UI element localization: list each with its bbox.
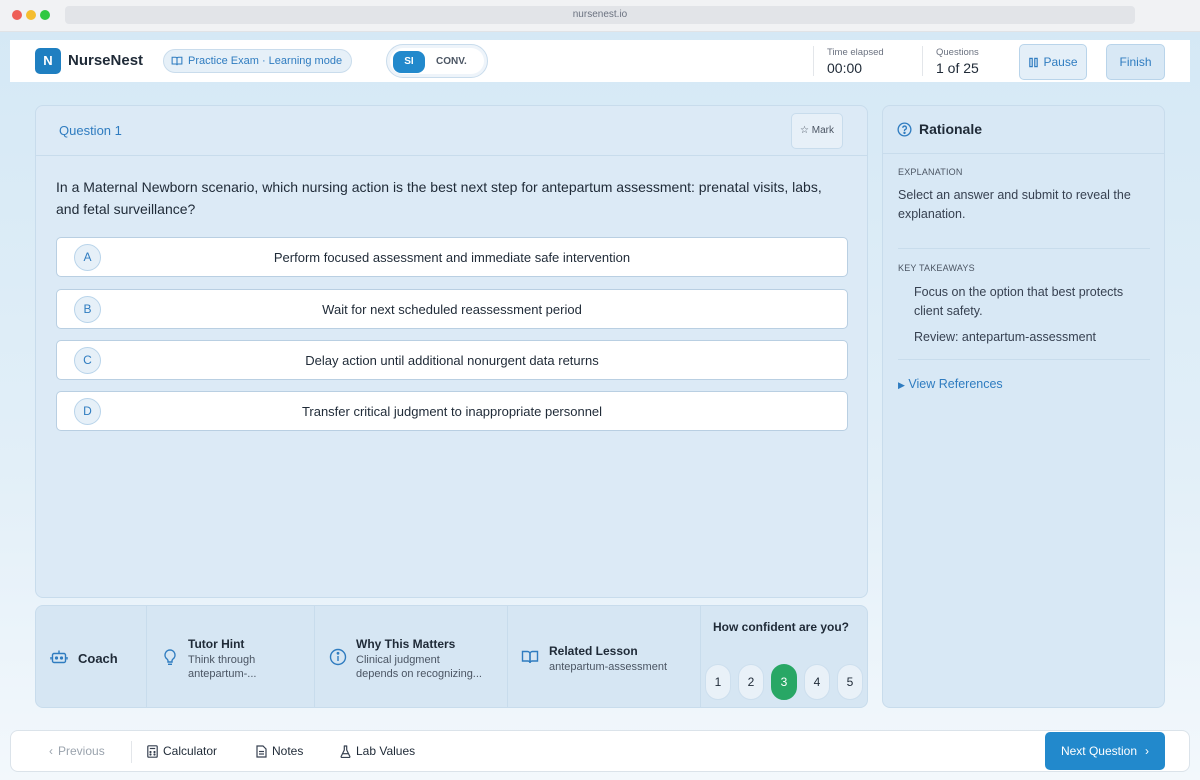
option-letter: D: [74, 398, 101, 425]
rationale-divider: [898, 359, 1150, 360]
answer-option-a[interactable]: A Perform focused assessment and immedia…: [56, 237, 848, 277]
takeaway-item: Review: antepartum-assessment: [914, 330, 1097, 344]
minimize-window-dot[interactable]: [26, 10, 36, 20]
notes-label: Notes: [272, 744, 304, 758]
exam-mode-label: Practice Exam · Learning mode: [188, 55, 343, 67]
related-lesson-name: antepartum-assessment: [549, 661, 667, 673]
chevron-right-icon: ›: [1145, 744, 1150, 758]
confidence-question: How confident are you?: [713, 620, 850, 634]
takeaway-item: Focus on the option that best protects c…: [914, 285, 1124, 318]
confidence-level-5[interactable]: 5: [837, 664, 863, 700]
mark-label: Mark: [811, 125, 834, 136]
question-card: Question 1 ☆ Mark In a Maternal Newborn …: [35, 105, 868, 598]
rationale-header: Rationale: [883, 106, 1164, 154]
header-divider: [813, 46, 814, 76]
question-header: Question 1 ☆ Mark: [36, 106, 867, 156]
related-lesson-title: Related Lesson: [549, 644, 638, 658]
lab-values-label: Lab Values: [356, 744, 416, 758]
app-logo: N: [35, 48, 61, 74]
next-question-button[interactable]: Next Question ›: [1045, 732, 1165, 770]
browser-chrome: nursenest.io: [0, 0, 1200, 32]
notes-button[interactable]: Notes: [256, 744, 303, 758]
footer-divider: [131, 741, 132, 763]
explanation-label: EXPLANATION: [898, 167, 963, 177]
answer-option-c[interactable]: C Delay action until additional nonurgen…: [56, 340, 848, 380]
confidence-level-1[interactable]: 1: [705, 664, 731, 700]
why-title: Why This Matters: [356, 637, 456, 651]
question-text: In a Maternal Newborn scenario, which nu…: [56, 179, 822, 217]
unit-si-option[interactable]: SI: [393, 51, 425, 73]
option-letter: C: [74, 347, 101, 374]
open-book-icon: [521, 650, 539, 664]
option-text: Wait for next scheduled reassessment per…: [322, 302, 582, 317]
confidence-level-2[interactable]: 2: [738, 664, 764, 700]
study-tools-bar: Coach Tutor Hint Think through antepartu…: [35, 605, 868, 708]
app-header: N NurseNest Practice Exam · Learning mod…: [10, 40, 1190, 82]
questions-label: Questions: [936, 47, 979, 58]
tutor-hint-line-1: Think through: [188, 654, 256, 666]
pause-button[interactable]: Pause: [1019, 44, 1087, 80]
tools-divider: [146, 606, 147, 707]
next-question-label: Next Question: [1060, 744, 1138, 758]
calculator-label: Calculator: [163, 744, 218, 758]
calculator-button[interactable]: Calculator: [147, 744, 217, 758]
confidence-level-4[interactable]: 4: [804, 664, 830, 700]
robot-icon: [50, 650, 68, 664]
key-takeaways-label: KEY TAKEAWAYS: [898, 263, 975, 273]
time-elapsed-value: 00:00: [827, 60, 863, 76]
rationale-divider: [898, 248, 1150, 249]
flask-icon: [340, 744, 351, 758]
view-references-toggle[interactable]: ▶ View References: [898, 377, 1003, 391]
option-letter: A: [74, 244, 101, 271]
tutor-hint-line-2: antepartum-...: [188, 668, 257, 680]
confidence-level-3[interactable]: 3: [771, 664, 797, 700]
mark-button[interactable]: ☆ Mark: [791, 113, 843, 149]
previous-label: Previous: [58, 744, 105, 758]
rationale-panel: Rationale EXPLANATION Select an answer a…: [882, 105, 1165, 708]
previous-button[interactable]: ‹ Previous: [49, 744, 105, 758]
pause-label: Pause: [1043, 55, 1078, 69]
question-title: Question 1: [59, 123, 122, 138]
option-text: Delay action until additional nonurgent …: [305, 353, 599, 368]
header-divider: [922, 46, 923, 76]
exam-mode-pill[interactable]: Practice Exam · Learning mode: [163, 49, 353, 73]
notes-icon: [256, 744, 267, 758]
footer-bar: ‹ Previous Calculator Notes Lab Values N…: [10, 730, 1190, 772]
tutor-hint-title: Tutor Hint: [188, 637, 245, 651]
lab-values-button[interactable]: Lab Values: [340, 744, 415, 758]
option-text: Perform focused assessment and immediate…: [273, 250, 631, 265]
calculator-icon: [147, 744, 158, 758]
lightbulb-icon: [164, 649, 176, 665]
tools-divider: [314, 606, 315, 707]
answer-option-d[interactable]: D Transfer critical judgment to inapprop…: [56, 391, 848, 431]
star-icon: ☆: [800, 125, 809, 136]
pause-icon: [1029, 57, 1039, 67]
rationale-title: Rationale: [919, 121, 983, 137]
unit-conv-option[interactable]: CONV.: [436, 51, 467, 73]
answer-option-b[interactable]: B Wait for next scheduled reassessment p…: [56, 289, 848, 329]
help-circle-icon: [897, 122, 912, 137]
tools-divider: [700, 606, 701, 707]
option-letter: B: [74, 296, 101, 323]
address-bar[interactable]: nursenest.io: [65, 6, 1135, 24]
maximize-window-dot[interactable]: [40, 10, 50, 20]
unit-toggle[interactable]: SI CONV.: [386, 44, 488, 78]
close-window-dot[interactable]: [12, 10, 22, 20]
view-references-label: View References: [908, 377, 1003, 391]
info-icon: [329, 648, 347, 666]
option-text: Transfer critical judgment to inappropri…: [301, 404, 603, 419]
chevron-left-icon: ‹: [49, 744, 53, 758]
explanation-text: Select an answer and submit to reveal th…: [898, 188, 1131, 221]
finish-button[interactable]: Finish: [1106, 44, 1165, 80]
book-icon: [171, 56, 183, 66]
why-line-2: depends on recognizing...: [356, 668, 482, 680]
tools-divider: [507, 606, 508, 707]
caret-right-icon: ▶: [898, 380, 905, 390]
why-line-1: Clinical judgment: [356, 654, 440, 666]
brand-name: NurseNest: [68, 52, 144, 69]
time-elapsed-label: Time elapsed: [827, 47, 884, 58]
questions-value: 1 of 25: [936, 60, 979, 76]
coach-label: Coach: [78, 651, 118, 666]
